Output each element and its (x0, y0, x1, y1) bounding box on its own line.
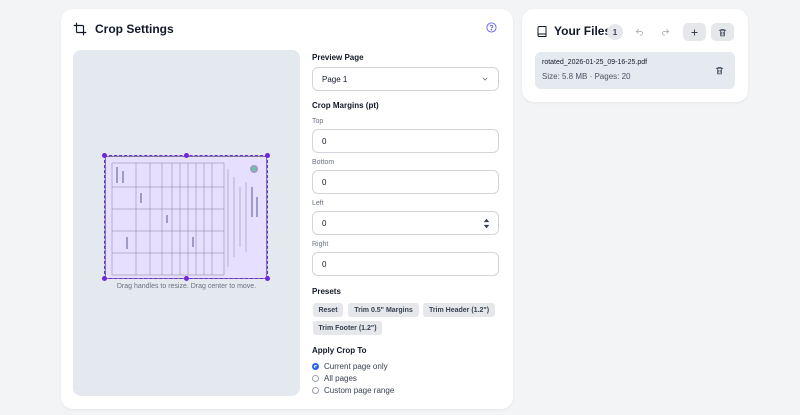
apply-option-all[interactable]: All pages (312, 374, 357, 383)
presets-label: Presets (312, 287, 341, 296)
apply-option-current-label: Current page only (324, 362, 388, 371)
preview-page-value: Page 1 (322, 74, 348, 84)
preset-trim-footer-button[interactable]: Trim Footer (1.2") (313, 321, 382, 335)
preview-page-label: Preview Page (312, 53, 364, 62)
top-margin-input[interactable]: 0 (312, 129, 499, 153)
book-icon (536, 25, 548, 38)
radio-custom-range[interactable] (312, 387, 319, 394)
left-margin-value: 0 (322, 218, 327, 228)
crop-selection-box[interactable] (102, 153, 270, 281)
crop-margins-label: Crop Margins (pt) (312, 101, 379, 110)
file-list-item[interactable]: rotated_2026-01-25_09-16-25.pdf Size: 5.… (535, 52, 735, 89)
crop-handle-bottom-right[interactable] (265, 276, 270, 281)
crop-handle-top[interactable] (184, 153, 189, 158)
trash-icon (718, 28, 727, 37)
crop-settings-title: Crop Settings (95, 22, 174, 36)
crop-handle-top-right[interactable] (265, 153, 270, 158)
file-meta: Size: 5.8 MB · Pages: 20 (542, 72, 631, 81)
help-button[interactable] (484, 20, 498, 34)
file-count-badge: 1 (607, 24, 623, 40)
crop-handle-bottom[interactable] (184, 276, 189, 281)
crop-handle-bottom-left[interactable] (102, 276, 107, 281)
top-margin-label: Top (312, 118, 324, 125)
redo-button[interactable] (654, 23, 677, 41)
preset-trim-header-button[interactable]: Trim Header (1.2") (423, 303, 495, 317)
crop-icon (73, 22, 87, 36)
crop-preview-area: Drag handles to resize. Drag center to m… (73, 50, 300, 396)
help-icon (485, 21, 497, 33)
apply-option-custom[interactable]: Custom page range (312, 386, 394, 395)
right-margin-label: Right (312, 241, 329, 248)
right-margin-input[interactable]: 0 (312, 252, 499, 276)
radio-all-pages[interactable] (312, 375, 319, 382)
crop-hint-text: Drag handles to resize. Drag center to m… (116, 283, 257, 290)
delete-all-button[interactable] (711, 23, 734, 41)
crop-settings-panel: Crop Settings Drag handles to resize. Dr… (61, 9, 513, 409)
left-margin-label: Left (312, 200, 324, 207)
chevron-down-icon (481, 75, 489, 85)
files-panel: Your Files 1 rotated_2026-01-25_09-16-25… (522, 9, 748, 102)
preset-trim-margins-button[interactable]: Trim 0.5" Margins (348, 303, 419, 317)
apply-crop-label: Apply Crop To (312, 346, 367, 355)
files-title: Your Files (554, 24, 612, 38)
redo-icon (661, 28, 670, 37)
crop-handle-top-left[interactable] (102, 153, 107, 158)
apply-option-all-label: All pages (324, 374, 357, 383)
preset-reset-button[interactable]: Reset (313, 303, 343, 317)
radio-current-page[interactable] (312, 363, 319, 370)
bottom-margin-value: 0 (322, 177, 327, 187)
apply-option-custom-label: Custom page range (324, 386, 395, 395)
apply-option-current[interactable]: Current page only (312, 362, 388, 371)
bottom-margin-label: Bottom (312, 159, 335, 166)
top-margin-value: 0 (322, 136, 327, 146)
crop-settings-header: Crop Settings (73, 22, 174, 36)
add-file-button[interactable] (683, 23, 706, 41)
right-margin-value: 0 (322, 259, 327, 269)
left-margin-input[interactable]: 0 (312, 211, 499, 235)
bottom-margin-input[interactable]: 0 (312, 170, 499, 194)
plus-icon (690, 28, 699, 37)
stepper-icon[interactable] (483, 218, 490, 231)
trash-icon[interactable] (715, 66, 724, 75)
undo-button[interactable] (628, 23, 651, 41)
preview-page-select[interactable]: Page 1 (312, 67, 499, 91)
undo-icon (635, 28, 644, 37)
file-name: rotated_2026-01-25_09-16-25.pdf (542, 59, 648, 66)
files-header: Your Files (536, 24, 611, 38)
